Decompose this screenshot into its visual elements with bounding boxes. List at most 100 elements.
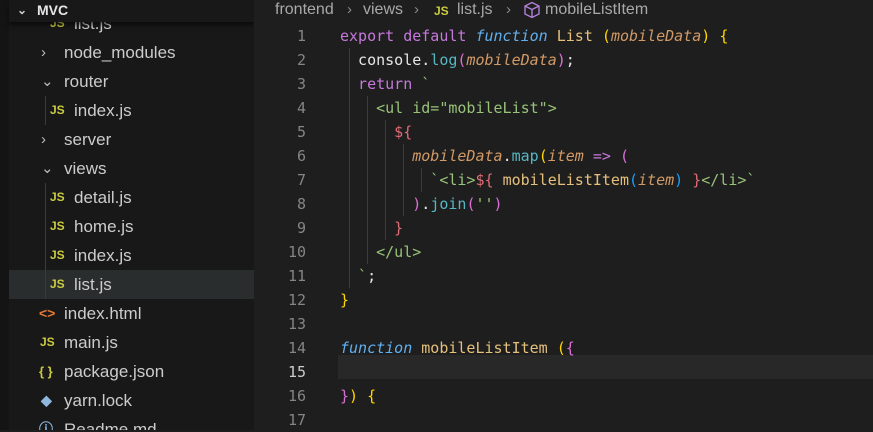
line-number: 17 (287, 411, 306, 429)
js-file-icon: JS (40, 335, 55, 349)
code-line: ${ (340, 120, 412, 144)
activity-edge (0, 0, 9, 430)
code-token: </li>` (701, 171, 756, 189)
code-token: ( (619, 147, 629, 165)
code-token: </ul> (340, 243, 422, 261)
code-token: ) (701, 27, 711, 45)
code-token: function (475, 27, 557, 45)
tree-indent-guide (45, 183, 46, 299)
tree-item-folder[interactable]: ⌄ router (9, 67, 254, 96)
info-file-icon: ⓘ (39, 421, 53, 430)
code-token: } (340, 291, 350, 309)
line-number: 10 (287, 243, 306, 261)
code-token: ( (556, 339, 566, 357)
code-token: item (638, 171, 675, 189)
tree-item-info[interactable]: ⓘ Readme.md (9, 415, 254, 430)
indent-guide (403, 144, 405, 216)
breadcrumb-item-frontend[interactable]: frontend (275, 0, 334, 20)
tree-item-label: yarn.lock (64, 391, 133, 410)
code-token: mobileListItem (502, 171, 629, 189)
yarn-file-icon: ◆ (41, 392, 52, 408)
tree-item-folder[interactable]: › node_modules (9, 38, 254, 67)
tree-item-folder[interactable]: › server (9, 125, 254, 154)
breadcrumb-item-symbol[interactable]: mobileListItem (545, 0, 648, 20)
code-token: ) (493, 195, 503, 213)
code-token: { (719, 27, 729, 45)
code-token: ${ (340, 123, 413, 141)
code-token: ( (538, 147, 548, 165)
line-number: 5 (296, 123, 306, 141)
line-number: 7 (296, 171, 306, 189)
chevron-right-icon: › (347, 1, 352, 18)
line-number: 11 (287, 267, 306, 285)
tree-item-json[interactable]: { } package.json (9, 357, 254, 386)
chevron-down-icon: ⌄ (41, 73, 54, 90)
indent-guide (385, 120, 387, 240)
code-token: } (340, 387, 350, 405)
line-number: 6 (296, 147, 306, 165)
js-file-icon: JS (50, 248, 65, 262)
breadcrumb: frontend › views › JS list.js › mobileLi… (254, 0, 873, 22)
tree-item-label: index.js (74, 246, 132, 265)
explorer-sidebar: ⌄ MVC JS list.js › node_modules ⌄ router JS ind… (0, 0, 254, 430)
chevron-right-icon: › (506, 1, 511, 18)
js-file-icon: JS (50, 277, 65, 291)
js-file-icon: JS (50, 103, 65, 117)
tree-item-label: index.js (74, 101, 132, 120)
code-token: function (340, 339, 422, 357)
explorer-root-name: MVC (37, 2, 69, 18)
chevron-down-icon: ⌄ (17, 3, 28, 17)
line-number: 15 (287, 363, 306, 381)
tree-item-label: Readme.md (64, 420, 157, 430)
code-token: => (592, 147, 611, 165)
tree-item-js[interactable]: JS main.js (9, 328, 254, 357)
chevron-right-icon: › (41, 44, 46, 61)
tree-item-label: server (64, 130, 112, 149)
code-token: . (421, 195, 431, 213)
line-number: 14 (287, 339, 306, 357)
line-number: 12 (287, 291, 306, 309)
tree-indent-guide (45, 96, 46, 125)
code-token: item (547, 147, 584, 165)
code-token: ) (349, 387, 359, 405)
chevron-right-icon: › (414, 1, 419, 18)
code-token: ) (340, 195, 422, 213)
breadcrumb-item-file[interactable]: list.js (457, 0, 493, 20)
tree-item-label: views (64, 159, 107, 178)
code-token: { (367, 387, 377, 405)
indent-guide (367, 96, 369, 264)
tree-item-folder[interactable]: ⌄ views (9, 154, 254, 183)
code-line: } (340, 288, 349, 312)
code-token: } (692, 171, 702, 189)
tree-item-yarn[interactable]: ◆ yarn.lock (9, 386, 254, 415)
code-token: map (511, 147, 539, 165)
explorer-root-header[interactable]: ⌄ MVC (9, 0, 254, 22)
code-line: </ul> (340, 240, 421, 264)
code-token: . (502, 147, 512, 165)
code-token: `<li> (340, 171, 476, 189)
tree-item-label: list.js (74, 275, 112, 294)
code-token: mobileData (466, 51, 557, 69)
tree-item-label: node_modules (64, 43, 176, 62)
tree-item-label: home.js (74, 217, 134, 236)
breadcrumb-item-views[interactable]: views (363, 0, 403, 20)
code-line: ).join('') (340, 192, 503, 216)
code-token: ; (565, 51, 575, 69)
line-number: 16 (287, 387, 306, 405)
tree-item-html[interactable]: <> index.html (9, 299, 254, 328)
chevron-right-icon: › (41, 131, 46, 148)
line-number: 13 (287, 315, 306, 333)
tree-item-label: detail.js (74, 188, 132, 207)
code-token: mobileListItem (421, 339, 557, 357)
line-number: 8 (296, 195, 306, 213)
code-token: { (565, 339, 575, 357)
tree-item-label: router (64, 72, 109, 91)
code-line: `; (340, 264, 376, 288)
tree-item-label: package.json (64, 362, 165, 381)
code-line: function mobileListItem ({ (340, 336, 575, 360)
code-editor[interactable]: 1 export default function List (mobileDat… (254, 22, 873, 430)
